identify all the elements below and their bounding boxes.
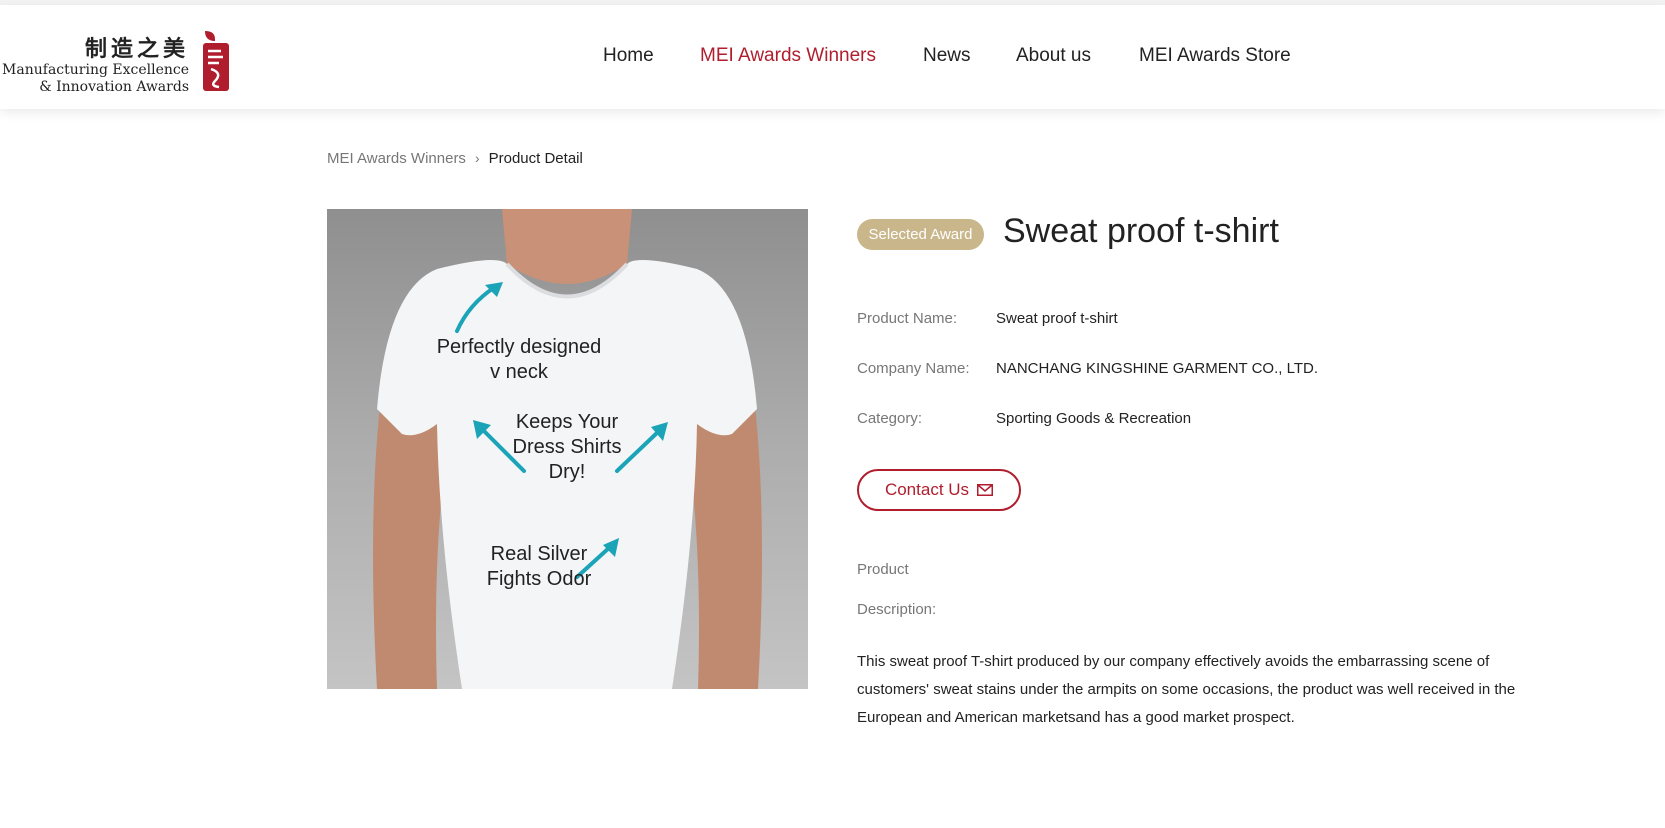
nav-item-about-us[interactable]: About us — [1016, 45, 1091, 67]
logo-english-line1: Manufacturing Excellence — [2, 62, 189, 78]
nav-item-mei-awards-store[interactable]: MEI Awards Store — [1139, 45, 1291, 67]
company-name-value: NANCHANG KINGSHINE GARMENT CO., LTD. — [996, 360, 1318, 377]
product-title: Sweat proof t-shirt — [1003, 212, 1279, 250]
annotation-line-6: Real Silver — [491, 543, 588, 565]
breadcrumb-link-winners[interactable]: MEI Awards Winners — [327, 150, 466, 167]
annotation-line-7: Fights Odor — [487, 568, 592, 590]
description-label-line2: Description: — [857, 601, 937, 618]
mail-icon — [977, 483, 994, 496]
product-photo-illustration: Perfectly designed v neck Keeps Your Dre… — [327, 209, 808, 689]
product-description: This sweat proof T-shirt produced by our… — [857, 653, 1516, 726]
breadcrumb-current: Product Detail — [488, 150, 583, 167]
annotation-line-3: Keeps Your — [516, 411, 619, 433]
annotation-line-2: v neck — [490, 361, 549, 383]
mei-brand-mark-icon — [203, 31, 229, 91]
selected-award-badge: Selected Award — [857, 219, 984, 250]
contact-us-label: Contact Us — [884, 480, 970, 499]
chevron-right-icon: › — [474, 150, 480, 166]
annotation-line-4: Dress Shirts — [513, 436, 622, 458]
nav-item-news[interactable]: News — [923, 45, 971, 67]
category-value: Sporting Goods & Recreation — [996, 410, 1192, 427]
nav-item-home[interactable]: Home — [603, 45, 654, 67]
annotation-line-5: Dry! — [549, 461, 586, 483]
nav-item-mei-awards-winners[interactable]: MEI Awards Winners — [700, 45, 876, 67]
product-image: Perfectly designed v neck Keeps Your Dre… — [327, 209, 808, 689]
company-name-label: Company Name: — [857, 360, 970, 377]
contact-us-button[interactable]: Contact Us — [857, 469, 1021, 511]
breadcrumb: MEI Awards Winners › Product Detail — [327, 150, 583, 167]
product-name-label: Product Name: — [857, 310, 958, 327]
annotation-line-1: Perfectly designed — [437, 336, 602, 358]
site-header: 制造之美 Manufacturing Excellence & Innovati… — [0, 5, 1665, 109]
description-label-line1: Product — [857, 561, 909, 578]
site-logo[interactable]: 制造之美 Manufacturing Excellence & Innovati… — [2, 25, 231, 95]
logo-chinese-text: 制造之美 — [84, 36, 189, 62]
logo-english-line2: & Innovation Awards — [39, 79, 189, 95]
product-name-value: Sweat proof t-shirt — [996, 310, 1118, 327]
category-label: Category: — [857, 410, 923, 427]
